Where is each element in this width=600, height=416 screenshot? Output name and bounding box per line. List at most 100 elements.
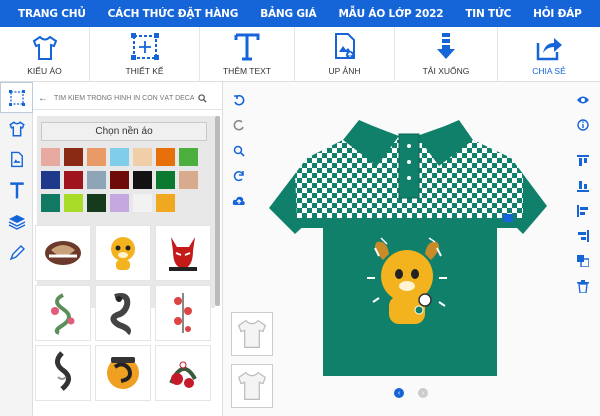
upload-image-icon [10,151,23,167]
sticker-item[interactable] [95,225,151,281]
color-swatch[interactable] [133,194,152,212]
sticker-snake-flower-icon [51,293,75,335]
align-bottom-button[interactable] [573,176,593,196]
refresh-button[interactable] [229,165,249,187]
color-swatch[interactable] [64,194,83,212]
next-view-button[interactable]: › [418,388,428,398]
delete-button[interactable] [573,276,593,296]
share-icon [536,38,562,61]
design-select-icon [8,89,25,106]
design-panel: ← Chọn nền áo [33,82,222,416]
color-swatch[interactable] [87,171,106,189]
layer-order-icon [577,255,589,267]
tool-share[interactable]: CHIA SẺ [498,27,600,82]
sticker-item[interactable] [35,345,91,401]
search-bar: ← [33,88,222,110]
color-swatch[interactable] [41,194,60,212]
tool-design[interactable]: THIẾT KẾ [90,27,200,82]
info-button[interactable] [573,115,593,135]
undo-button[interactable] [229,90,249,112]
color-swatch[interactable] [87,194,106,212]
color-swatch[interactable] [110,194,129,212]
tool-label: KIỂU ÁO [27,66,62,76]
chevron-left-icon: ‹ [397,389,401,397]
color-swatch[interactable] [41,171,60,189]
align-top-button[interactable] [573,151,593,171]
sticker-snake-rose-icon [169,361,197,388]
text-T-icon [234,33,260,61]
tool-shirt-style[interactable]: KIỂU ÁO [0,27,90,82]
prev-view-button[interactable]: ‹ [394,388,404,398]
trash-icon [577,279,589,293]
pen-icon [9,244,25,260]
refresh-icon [233,171,244,182]
align-right-button[interactable] [573,226,593,246]
color-swatch[interactable] [133,171,152,189]
color-swatch[interactable] [41,148,60,166]
left-tool-design[interactable] [0,82,33,113]
color-swatch[interactable] [156,148,175,166]
redo-icon [233,120,244,131]
nav-class-shirts[interactable]: MẪU ÁO LỚP 2022 [338,8,443,20]
top-nav: TRANG CHỦ CÁCH THỨC ĐẶT HÀNG BẢNG GIÁ MẪ… [0,0,600,27]
left-tool-shirt[interactable] [0,113,33,144]
cloud-upload-button[interactable] [229,190,249,212]
nav-pricing[interactable]: BẢNG GIÁ [260,8,316,20]
chevron-right-icon: › [421,389,425,397]
tool-label: CHIA SẺ [532,66,566,76]
color-swatch[interactable] [110,148,129,166]
nav-home[interactable]: TRANG CHỦ [18,8,86,20]
sticker-item[interactable] [95,285,151,341]
tool-download[interactable]: TẢI XUỐNG [395,27,498,82]
align-right-icon [578,230,589,242]
color-swatch[interactable] [133,148,152,166]
sticker-item[interactable] [155,285,211,341]
view-thumbnail-front[interactable] [231,312,273,356]
sticker-item[interactable] [155,225,211,281]
redo-button[interactable] [229,115,249,137]
align-left-icon [577,205,588,217]
color-swatch[interactable] [64,171,83,189]
sticker-item[interactable] [95,345,151,401]
tool-upload-image[interactable]: UP ẢNH [295,27,395,82]
color-swatch[interactable] [156,194,175,212]
left-tool-draw[interactable] [0,237,33,268]
nav-ordering[interactable]: CÁCH THỨC ĐẶT HÀNG [108,8,239,20]
canvas-right-tools [573,90,595,301]
tool-add-text[interactable]: THÊM TEXT [200,27,295,82]
sticker-dragon-icon [55,351,71,391]
preview-button[interactable] [573,90,593,110]
color-swatch[interactable] [64,148,83,166]
left-tool-layers[interactable] [0,206,33,237]
color-swatch[interactable] [110,171,129,189]
color-swatch[interactable] [179,148,198,166]
sticker-demon-icon [169,237,197,271]
sticker-item[interactable] [35,225,91,281]
zoom-button[interactable] [229,140,249,162]
color-swatch[interactable] [179,171,198,189]
left-tool-image[interactable] [0,144,33,175]
sticker-item[interactable] [35,285,91,341]
left-tool-text[interactable] [0,175,33,206]
panel-scrollbar[interactable] [215,116,220,306]
align-bottom-icon [577,181,589,192]
back-arrow-icon[interactable]: ← [38,93,48,104]
view-pager: ‹ › [394,388,428,398]
view-thumbnail-back[interactable] [231,364,273,408]
sticker-pattern-icon [45,241,81,265]
nav-faq[interactable]: HỎI ĐÁP [533,8,582,20]
design-canvas: ‹ › [222,82,600,416]
search-icon[interactable] [198,94,207,103]
search-input[interactable] [54,95,194,102]
zoom-icon [233,145,245,157]
color-swatch[interactable] [156,171,175,189]
align-left-button[interactable] [573,201,593,221]
tool-label: UP ẢNH [328,66,361,76]
choose-background-button[interactable]: Chọn nền áo [41,122,207,141]
nav-news[interactable]: TIN TỨC [465,8,511,20]
color-swatch[interactable] [87,148,106,166]
sticker-item[interactable] [155,345,211,401]
bring-forward-button[interactable] [573,251,593,271]
shirt-icon [32,35,57,60]
upload-image-icon [334,33,355,59]
